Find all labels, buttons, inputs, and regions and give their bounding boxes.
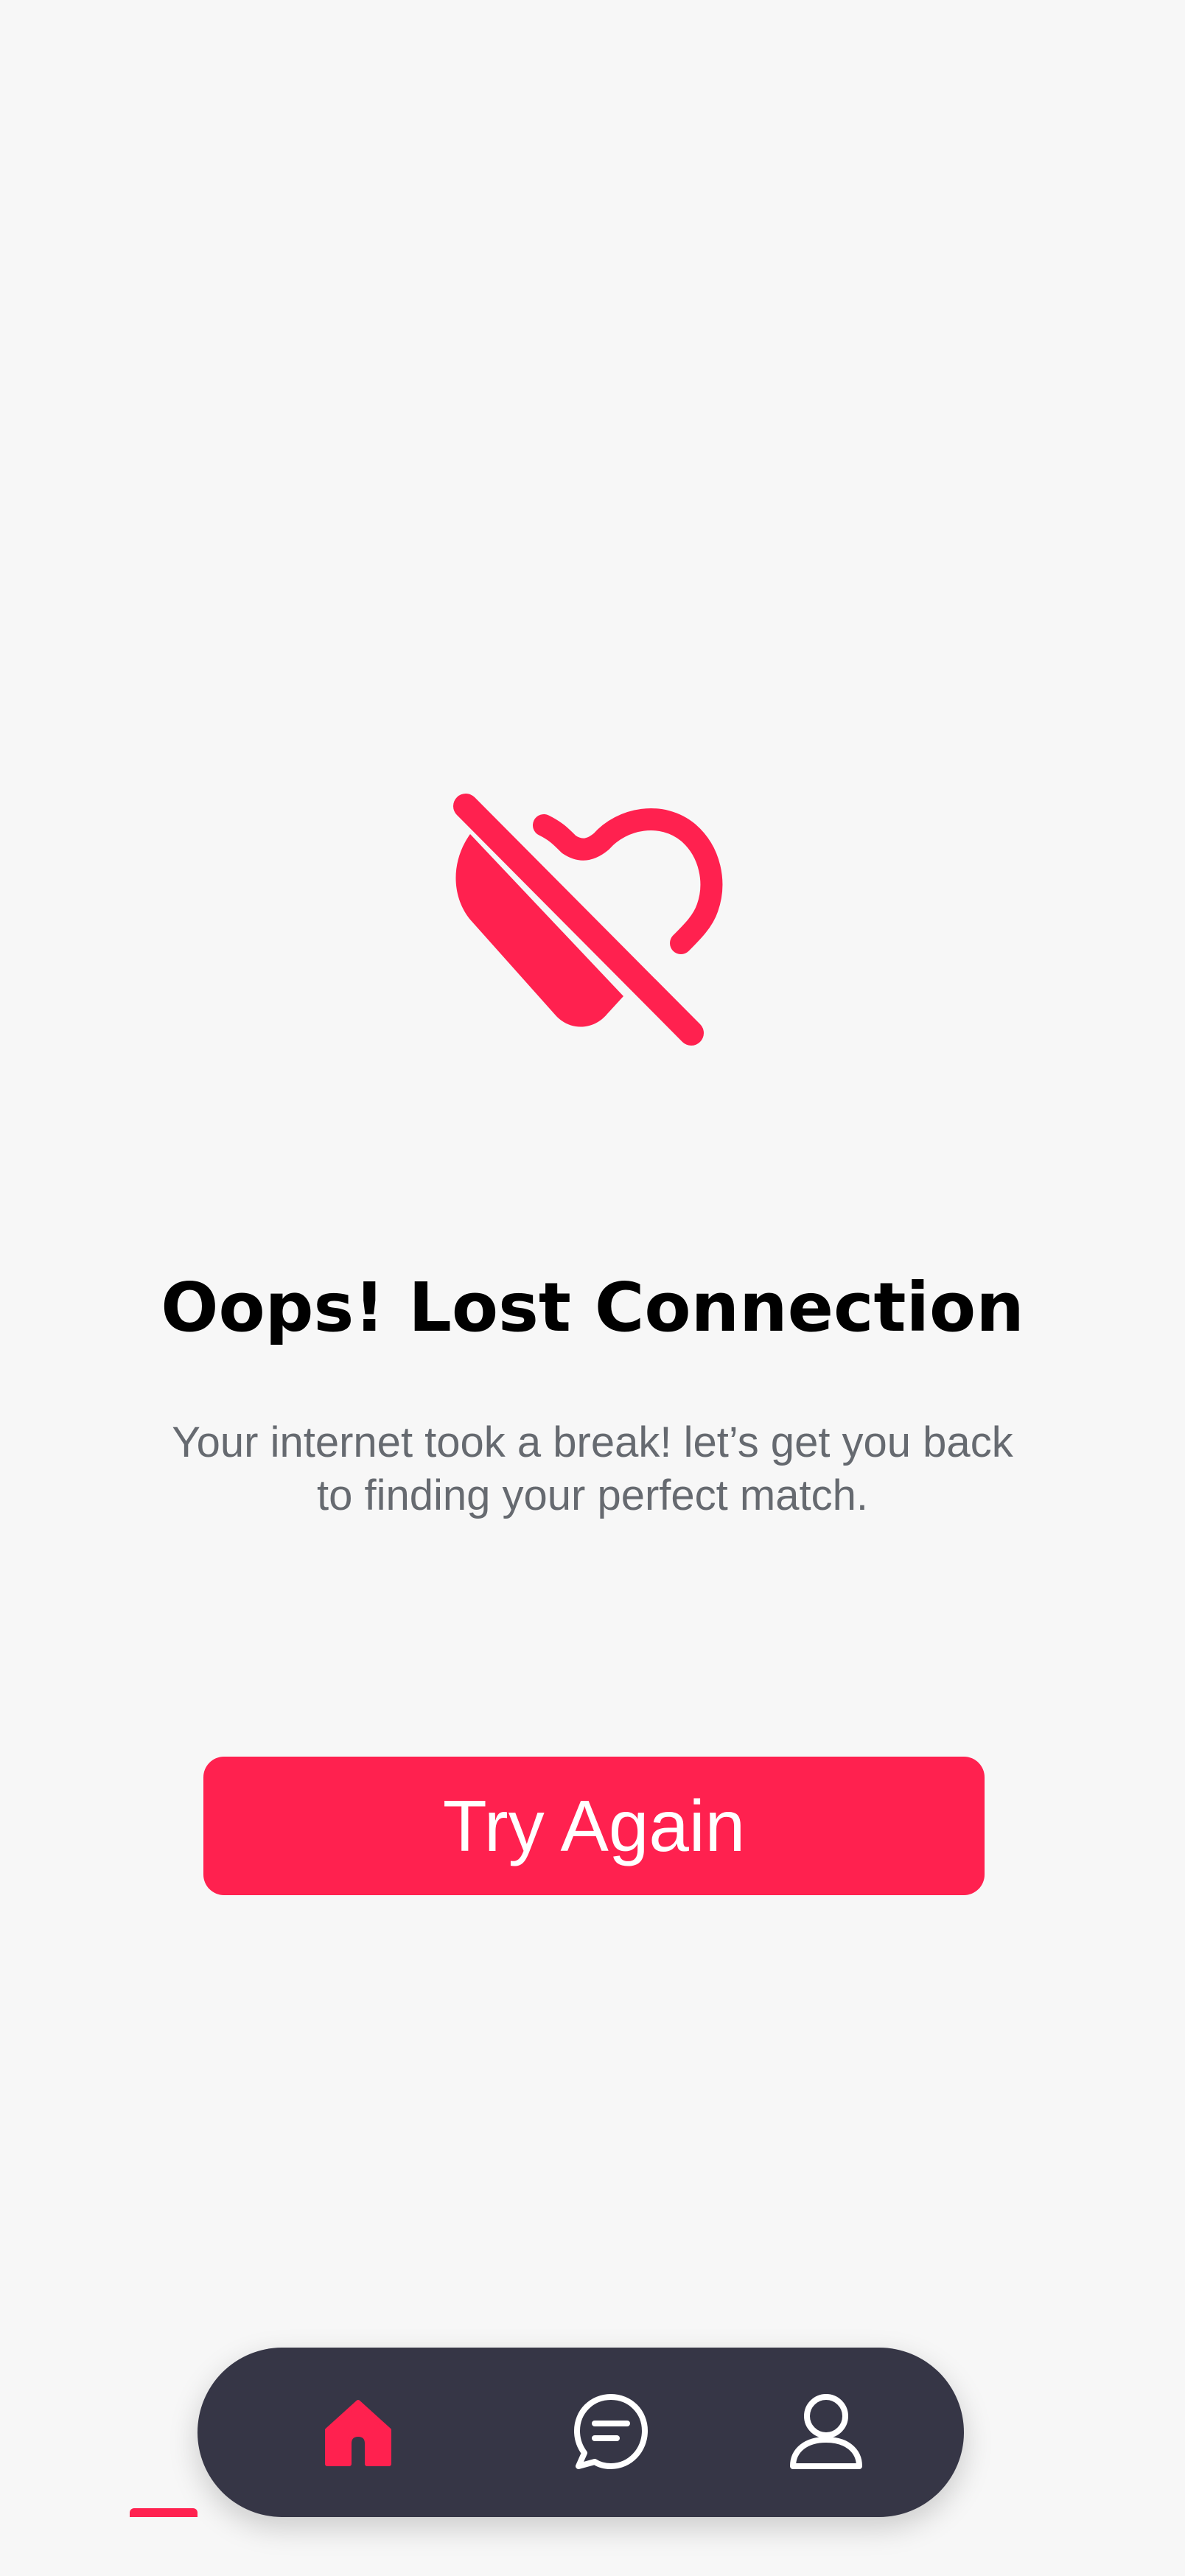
try-again-button[interactable]: Try Again bbox=[203, 1757, 985, 1895]
chat-icon bbox=[574, 2394, 648, 2469]
page-title: Oops! Lost Connection bbox=[161, 1268, 1024, 1347]
active-tab-indicator bbox=[130, 2508, 198, 2517]
profile-icon bbox=[790, 2394, 862, 2469]
home-icon bbox=[325, 2400, 391, 2466]
nav-item-chat[interactable] bbox=[537, 2348, 685, 2517]
offline-screen: Oops! Lost Connection Your internet took… bbox=[0, 0, 1185, 2576]
broken-heart-icon bbox=[453, 794, 723, 1046]
bottom-nav bbox=[198, 2348, 964, 2517]
error-message: Your internet took a break! let’s get yo… bbox=[172, 1418, 1013, 1519]
nav-item-profile[interactable] bbox=[752, 2348, 900, 2517]
nav-item-home[interactable] bbox=[284, 2348, 432, 2517]
